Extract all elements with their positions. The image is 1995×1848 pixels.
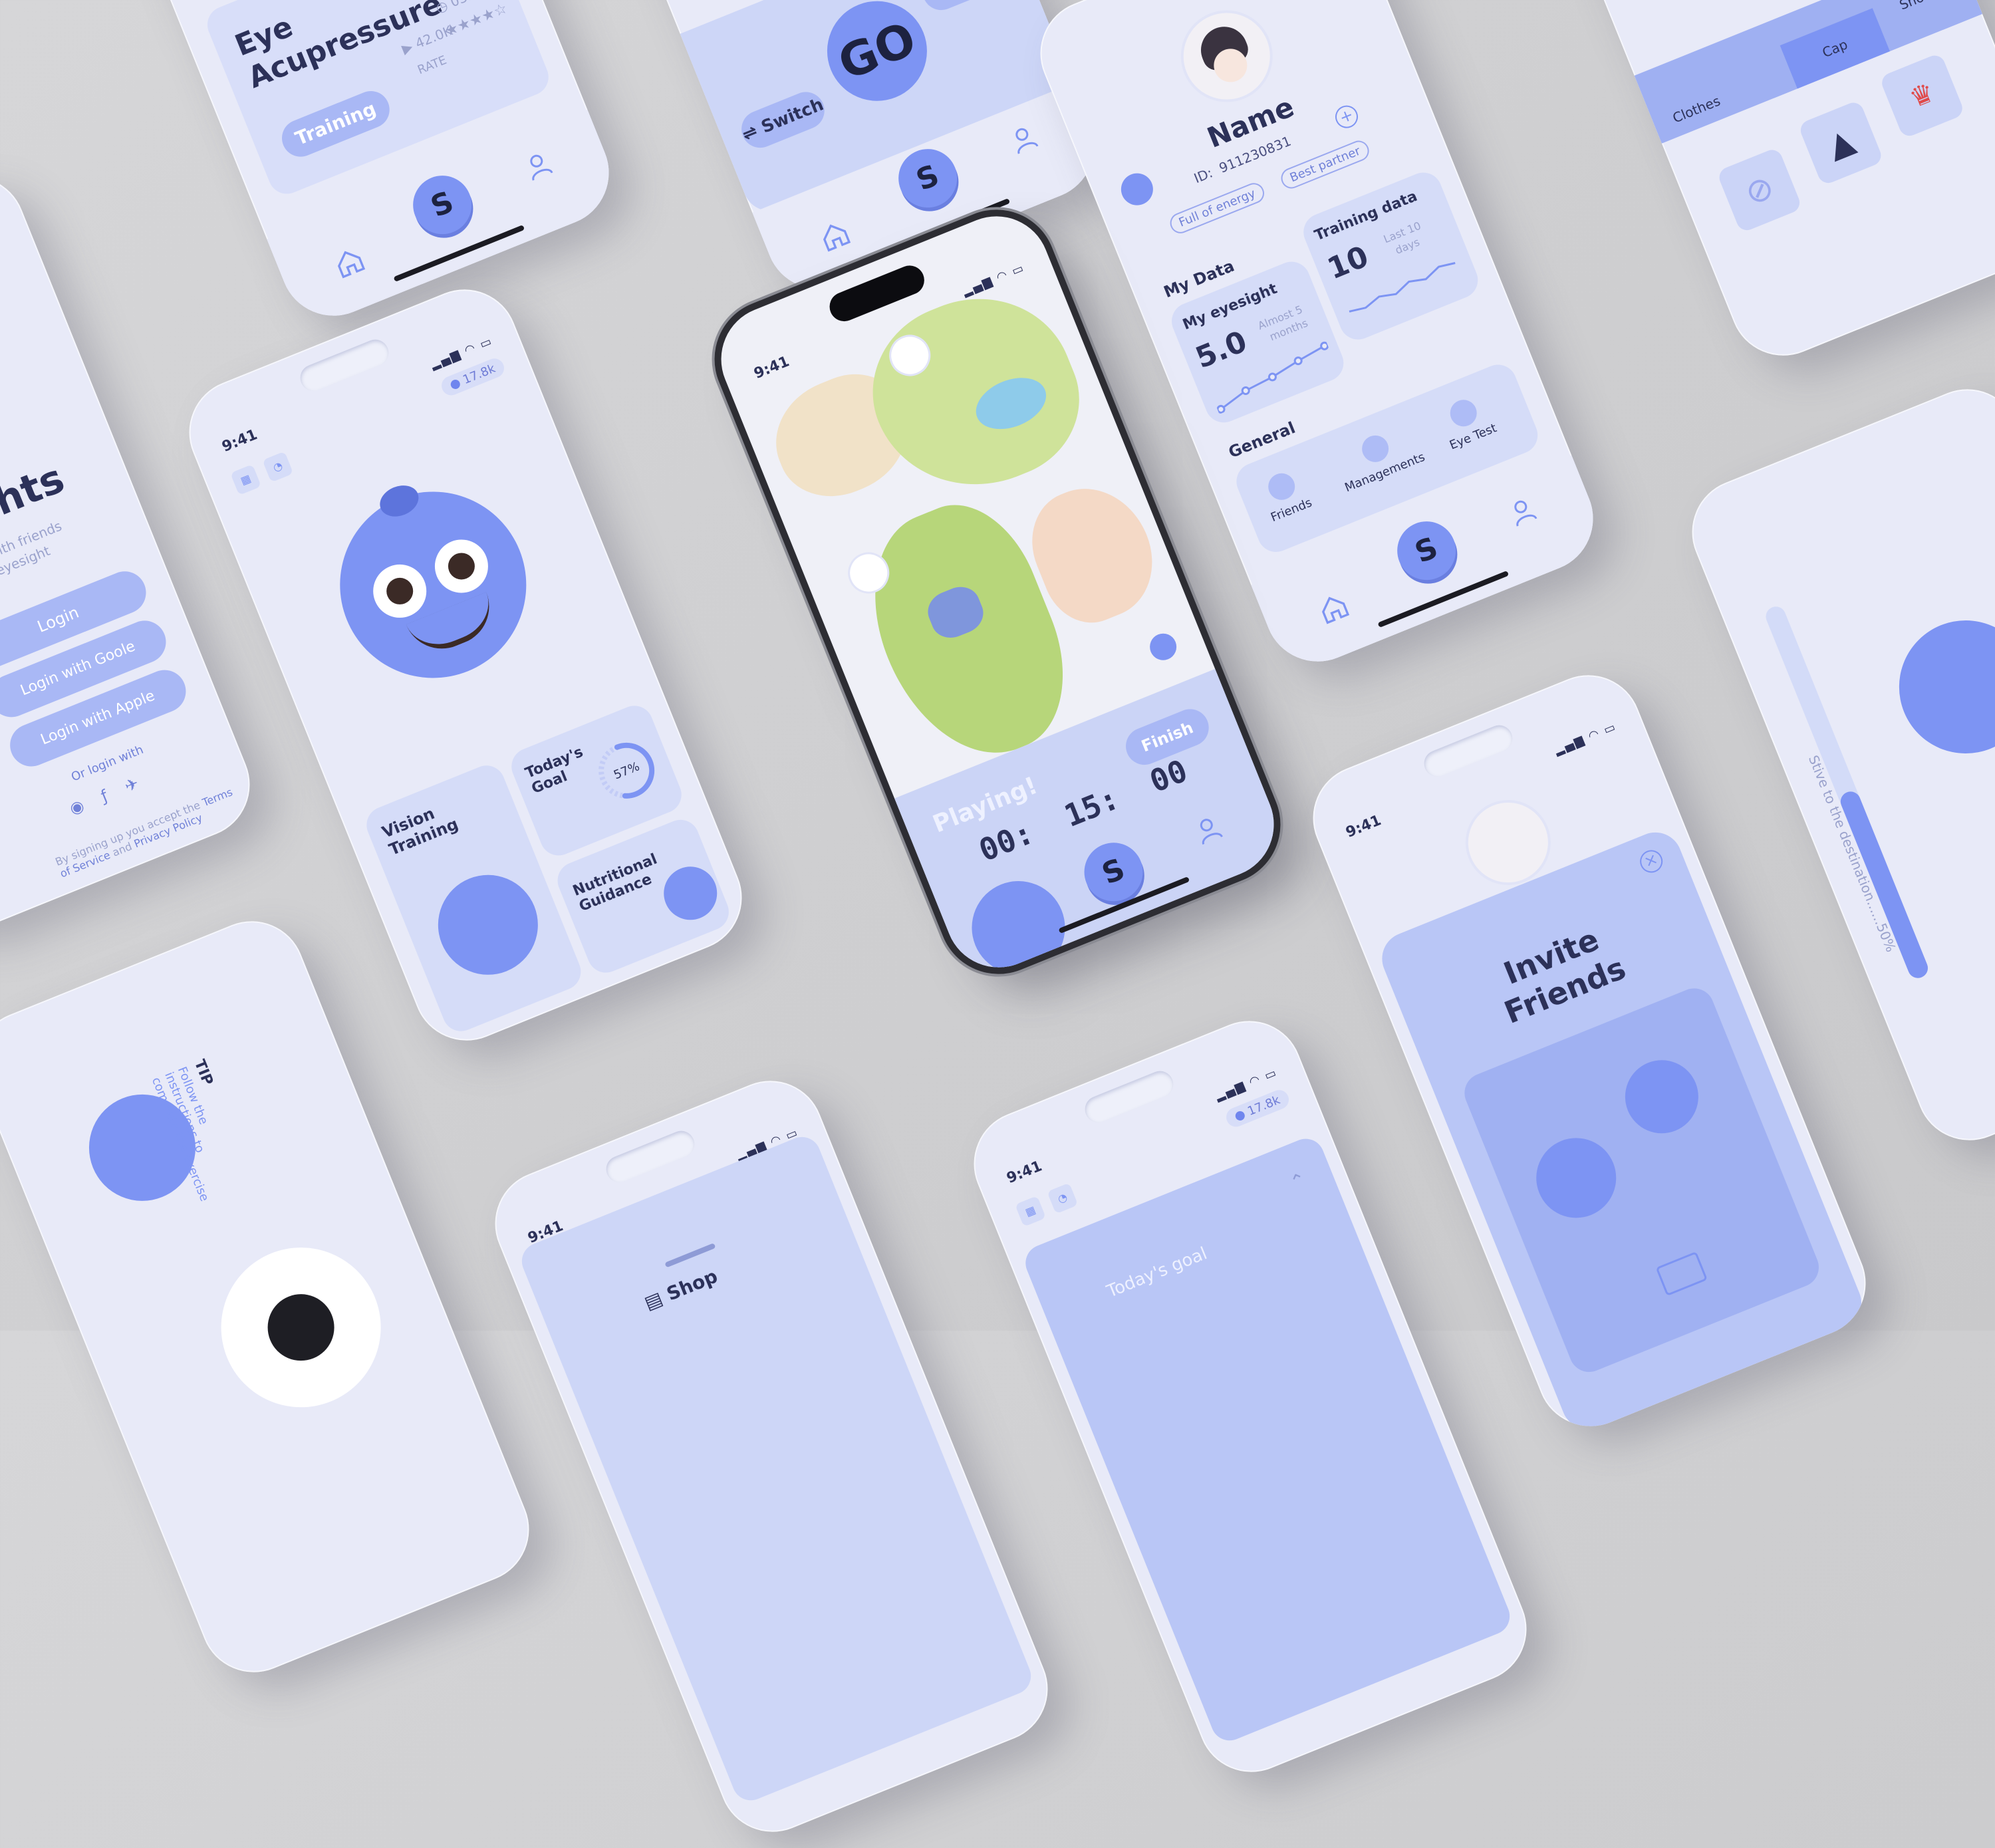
shop-title: ▤ Shop [641,1265,721,1315]
phone-login: Brights oors with friends your eyesight … [0,160,266,944]
blueberry-mascot [312,463,555,706]
tab-clothes[interactable]: Clothes [1670,92,1723,126]
vision-mascot-icon [423,860,553,990]
goal-percent-label: 57% [612,759,642,782]
status-time: 9:41 [219,426,260,456]
envelope-illustration [1458,982,1825,1379]
signal-icons: ▂▄▆ ◠ ▭ [1552,720,1619,757]
general-item-friends[interactable]: Friends [1257,466,1314,525]
collapse-icon[interactable]: ⌃ [1287,1168,1309,1194]
profile-icon[interactable] [1006,122,1041,156]
general-item-managements[interactable]: Managements [1331,420,1427,495]
home-icon[interactable] [330,243,368,281]
mockup-stage: Eye Acupressure ▶ 42.0K RATE ◷ 03: 15 ★★… [0,0,1995,1848]
calendar-icon[interactable]: ▦ [1015,1196,1047,1227]
goal-progress-ring: 57% [598,742,655,799]
mascot-marker-icon[interactable] [1146,629,1181,664]
general-item-eye-test[interactable]: Eye Test [1436,392,1499,453]
add-friend-icon[interactable]: + [1331,102,1362,132]
phone-shop: 9:41 ▂▄▆ ◠ ▭ 17.8k ▦ ◔ ▤ Shop [479,1065,1064,1848]
phone-acupressure: Eye Acupressure ▶ 42.0K RATE ◷ 03: 15 ★★… [40,0,625,332]
friend-mascot-1 [1524,1126,1629,1230]
switch-button[interactable]: ⇌ Switch [735,86,831,154]
calendar-icon[interactable]: ▦ [230,464,262,495]
rate-label: RATE [416,53,449,78]
eyesight-value: 5.0 [1190,324,1252,376]
eye-target-icon [197,1223,405,1432]
phone-wardrobe: Clothes Cap Shoe ⊘ ▲ ♛ [1490,0,1995,372]
close-icon[interactable]: × [1637,847,1666,876]
gear-icon [1358,431,1393,466]
bell-icon[interactable]: ◔ [1047,1182,1079,1214]
eye-icon [1446,396,1481,431]
mascot-peek-icon [1879,600,1995,774]
todays-goal-label: Today's Goal [523,743,586,798]
tab-cap[interactable]: Cap [1780,8,1890,89]
training-data-value: 10 [1323,239,1374,287]
home-icon[interactable] [815,216,853,254]
item-witch-hat[interactable]: ▲ [1797,99,1885,186]
twitter-icon[interactable]: ✈ [122,766,160,796]
item-none[interactable]: ⊘ [1716,146,1803,233]
signal-icons: ▂▄▆ ◠ ▭ [960,261,1027,299]
home-icon[interactable] [1314,589,1352,626]
training-button[interactable]: Training [276,85,396,163]
nutritional-label: Nutritional Guidance [571,851,660,916]
nutrition-mascot-icon [656,858,726,928]
home-indicator [1377,570,1510,628]
status-time: 9:41 [1004,1158,1045,1188]
go-button[interactable]: GO [812,0,942,116]
friend-mascot-2 [1614,1049,1710,1144]
start-button[interactable]: S [1388,512,1465,589]
shop-sheet: ▤ Shop [516,1131,1037,1806]
tag-full-of-energy: Full of energy [1166,180,1267,237]
status-time: 9:41 [1343,812,1384,842]
coin-icon [1234,1109,1247,1122]
bell-icon[interactable]: ◔ [262,451,294,483]
store-icon: ▤ [641,1287,666,1315]
profile-icon[interactable] [1191,812,1226,847]
shop-handle [664,1243,716,1268]
profile-icon[interactable] [521,148,555,183]
add-button[interactable]: ⊕ Add [916,0,1005,16]
goal-sheet: Today's goal ⌃ [1019,1133,1516,1746]
map-island-playground[interactable] [847,269,1103,517]
start-button[interactable]: S [889,140,966,217]
home-indicator [393,224,525,283]
start-button[interactable]: S [404,166,481,243]
invite-panel: × Invite Friends [1374,824,1870,1438]
tab-shoe[interactable]: Shoe [1897,0,1934,13]
share-icon[interactable] [1655,1251,1708,1297]
friends-icon [1264,469,1299,504]
goal-title: Today's goal [1104,1244,1210,1302]
coin-icon [450,378,462,390]
item-jester-hat[interactable]: ♛ [1879,52,1966,139]
vision-training-label: Vision Training [379,804,462,859]
status-time: 9:41 [751,353,792,383]
profile-icon[interactable] [1505,494,1539,529]
